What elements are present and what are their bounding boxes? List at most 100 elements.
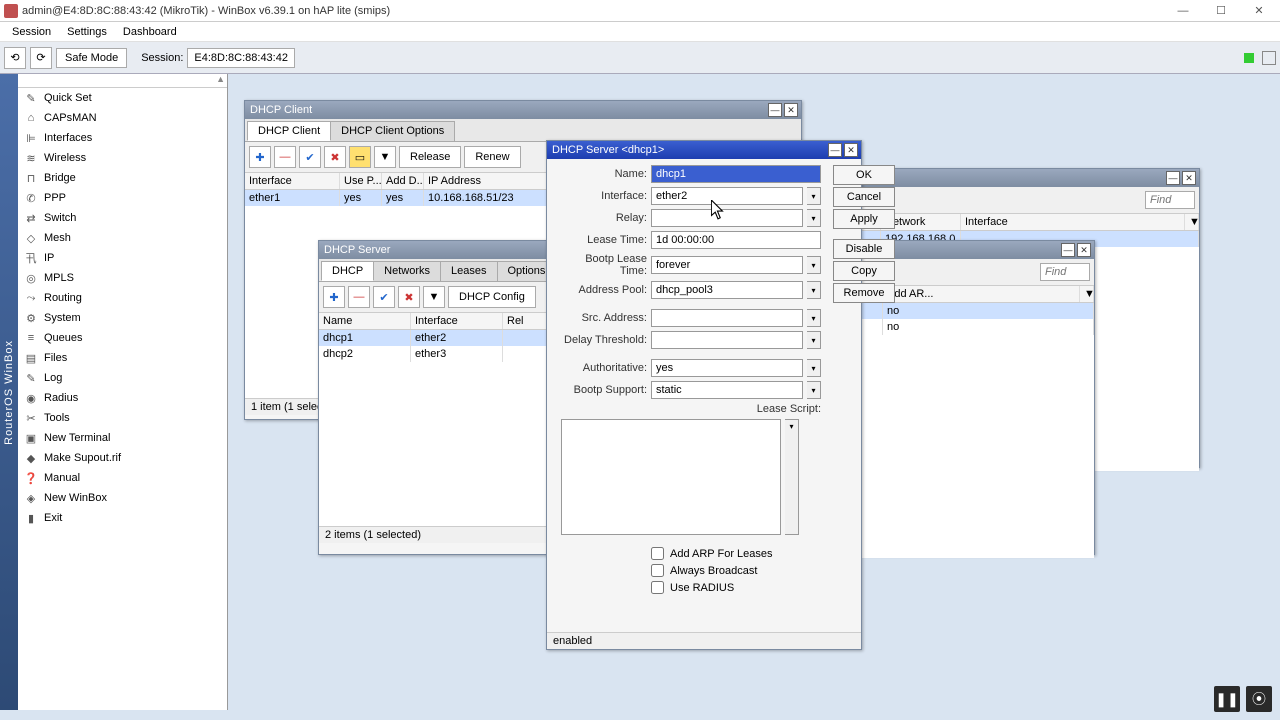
sidebar-item-tools[interactable]: ✂Tools [18,408,227,428]
pause-icon[interactable]: ❚❚ [1214,686,1240,712]
chevron-down-icon[interactable]: ▾ [807,256,821,274]
chevron-down-icon[interactable]: ▾ [807,209,821,227]
sidebar-item-radius[interactable]: ◉Radius [18,388,227,408]
chevron-down-icon[interactable]: ▾ [785,419,799,535]
delay-threshold-input[interactable] [651,331,803,349]
networks-titlebar[interactable]: — ✕ [861,169,1199,187]
enable-icon[interactable]: ✔ [373,286,395,308]
sidebar-item-new-winbox[interactable]: ◈New WinBox [18,488,227,508]
release-button[interactable]: Release [399,146,461,168]
sidebar-item-mpls[interactable]: ◎MPLS [18,268,227,288]
menu-session[interactable]: Session [4,24,59,40]
sidebar-item-queues[interactable]: ≡Queues [18,328,227,348]
comment-icon[interactable]: ▭ [349,146,371,168]
sidebar-item-interfaces[interactable]: ⊫Interfaces [18,128,227,148]
lease-script-input[interactable] [561,419,781,535]
sidebar-item-mesh[interactable]: ◇Mesh [18,228,227,248]
find-input[interactable] [1040,263,1090,281]
minimize-button[interactable]: — [1170,2,1196,20]
minimize-icon[interactable]: — [828,143,842,157]
dhcp-client-titlebar[interactable]: DHCP Client — ✕ [245,101,801,119]
tab-dhcp-client-options[interactable]: DHCP Client Options [330,121,455,141]
col-menu-icon[interactable]: ▼ [1185,214,1199,230]
sidebar-item-quick-set[interactable]: ✎Quick Set [18,88,227,108]
add-icon[interactable]: ✚ [323,286,345,308]
sidebar-item-wireless[interactable]: ≋Wireless [18,148,227,168]
col-interface[interactable]: Interface [245,173,340,189]
src-address-input[interactable] [651,309,803,327]
name-input[interactable] [651,165,821,183]
record-icon[interactable]: ⦿ [1246,686,1272,712]
disable-icon[interactable]: ✖ [398,286,420,308]
menu-dashboard[interactable]: Dashboard [115,24,185,40]
col-usep[interactable]: Use P... [340,173,382,189]
minimize-icon[interactable]: — [768,103,782,117]
toolbar-extra-button[interactable] [1262,51,1276,65]
close-icon[interactable]: ✕ [784,103,798,117]
sidebar-item-system[interactable]: ⚙System [18,308,227,328]
tab-leases[interactable]: Leases [440,261,497,281]
tab-dhcp-client[interactable]: DHCP Client [247,121,331,141]
interface-input[interactable] [651,187,803,205]
address-pool-input[interactable] [651,281,803,299]
table-row[interactable]: no [861,303,1094,319]
renew-button[interactable]: Renew [464,146,520,168]
filter-icon[interactable]: ▼ [423,286,445,308]
chevron-down-icon[interactable]: ▾ [807,331,821,349]
leases-titlebar[interactable]: — ✕ [861,241,1094,259]
lease-time-input[interactable] [651,231,821,249]
sidebar-item-routing[interactable]: ⤳Routing [18,288,227,308]
sidebar-item-new-terminal[interactable]: ▣New Terminal [18,428,227,448]
sidebar-item-bridge[interactable]: ⊓Bridge [18,168,227,188]
add-arp-checkbox[interactable] [651,547,664,560]
sidebar-item-ppp[interactable]: ✆PPP [18,188,227,208]
sidebar-item-exit[interactable]: ▮Exit [18,508,227,528]
sidebar-item-manual[interactable]: ❓Manual [18,468,227,488]
chevron-down-icon[interactable]: ▾ [807,187,821,205]
apply-button[interactable]: Apply [833,209,895,229]
use-radius-checkbox[interactable] [651,581,664,594]
relay-input[interactable] [651,209,803,227]
back-icon[interactable]: ⟲ [4,47,26,69]
remove-icon[interactable]: — [274,146,296,168]
col-menu-icon[interactable]: ▼ [1080,286,1094,302]
dialog-titlebar[interactable]: DHCP Server <dhcp1> — ✕ [547,141,861,159]
col-add-arp[interactable]: Add AR... [883,286,1080,302]
authoritative-input[interactable] [651,359,803,377]
bootp-support-input[interactable] [651,381,803,399]
col-addd[interactable]: Add D... [382,173,424,189]
chevron-down-icon[interactable]: ▾ [807,381,821,399]
find-input[interactable] [1145,191,1195,209]
add-icon[interactable]: ✚ [249,146,271,168]
dhcp-config-button[interactable]: DHCP Config [448,286,536,308]
sidebar-item-capsman[interactable]: ⌂CAPsMAN [18,108,227,128]
disable-icon[interactable]: ✖ [324,146,346,168]
minimize-icon[interactable]: — [1061,243,1075,257]
chevron-down-icon[interactable]: ▾ [807,359,821,377]
sidebar-item-files[interactable]: ▤Files [18,348,227,368]
sidebar-item-log[interactable]: ✎Log [18,368,227,388]
minimize-icon[interactable]: — [1166,171,1180,185]
close-icon[interactable]: ✕ [844,143,858,157]
tab-networks[interactable]: Networks [373,261,441,281]
cancel-button[interactable]: Cancel [833,187,895,207]
sidebar-item-switch[interactable]: ⇄Switch [18,208,227,228]
forward-icon[interactable]: ⟳ [30,47,52,69]
remove-icon[interactable]: — [348,286,370,308]
copy-button[interactable]: Copy [833,261,895,281]
ok-button[interactable]: OK [833,165,895,185]
close-button[interactable]: ✕ [1246,2,1272,20]
col-name[interactable]: Name [319,313,411,329]
always-broadcast-checkbox[interactable] [651,564,664,577]
enable-icon[interactable]: ✔ [299,146,321,168]
safe-mode-button[interactable]: Safe Mode [56,48,127,68]
disable-button[interactable]: Disable [833,239,895,259]
table-row[interactable]: no [861,319,1094,335]
chevron-down-icon[interactable]: ▾ [807,309,821,327]
col-interface[interactable]: Interface [411,313,503,329]
chevron-down-icon[interactable]: ▾ [807,281,821,299]
sidebar-item-make-supout-rif[interactable]: ◆Make Supout.rif [18,448,227,468]
tab-dhcp[interactable]: DHCP [321,261,374,281]
filter-icon[interactable]: ▼ [374,146,396,168]
menu-settings[interactable]: Settings [59,24,115,40]
